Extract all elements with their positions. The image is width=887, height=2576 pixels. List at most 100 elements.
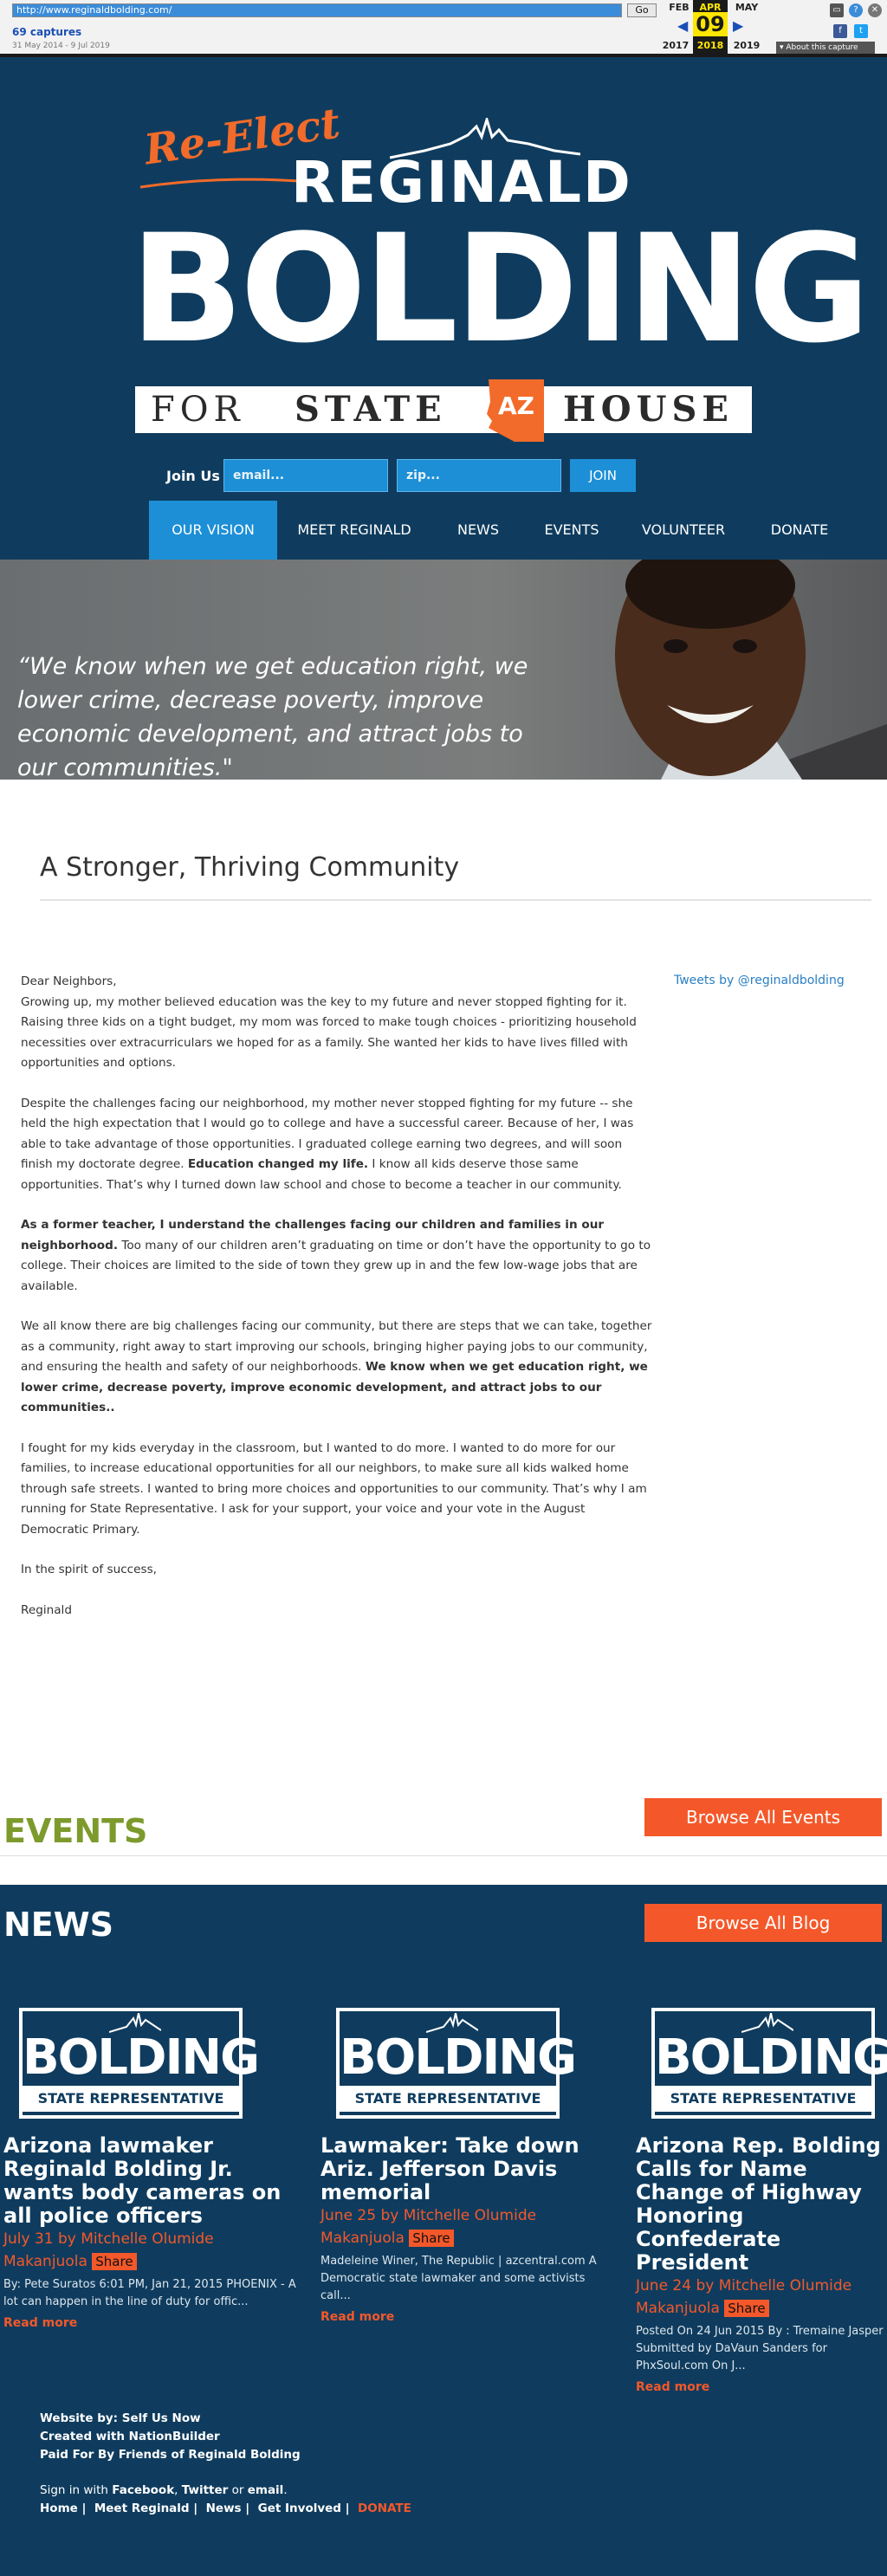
wayback-url-input[interactable]: http://www.reginaldbolding.com/: [12, 3, 622, 17]
browse-blog-button[interactable]: Browse All Blog: [644, 1904, 882, 1942]
footer-website-by[interactable]: Website by: Self Us Now: [40, 2410, 819, 2428]
wayback-cur-day: 09: [693, 12, 728, 36]
nav-events[interactable]: EVENTS: [534, 501, 610, 560]
join-form: Join Us email... zip... JOIN: [0, 457, 887, 495]
letter-paragraph-5: I fought for my kids everyday in the cla…: [21, 1440, 647, 1537]
wayback-current-capture: APR 09 2018: [693, 0, 728, 54]
nav-donate[interactable]: DONATE: [754, 501, 845, 560]
thumb-subtitle: STATE REPRESENTATIVE: [23, 2086, 239, 2112]
thumb-name: BOLDING: [655, 2029, 887, 2086]
news-card: BOLDING STATE REPRESENTATIVE Arizona Rep…: [636, 2008, 887, 2394]
email-input[interactable]: email...: [223, 459, 388, 492]
tweets-link[interactable]: Tweets by @reginaldbolding: [674, 974, 845, 987]
wayback-go-button[interactable]: Go: [627, 3, 657, 17]
news-thumbnail[interactable]: BOLDING STATE REPRESENTATIVE: [336, 2008, 577, 2119]
wayback-toolbar: http://www.reginaldbolding.com/ Go 69 ca…: [0, 0, 887, 57]
wayback-about-link[interactable]: ▾ About this capture: [776, 42, 875, 54]
news-excerpt: By: Pete Suratos 6:01 PM, Jan 21, 2015 P…: [3, 2278, 296, 2308]
news-meta: July 31 by Mitchelle Olumide: [3, 2230, 214, 2248]
news-thumbnail[interactable]: BOLDING STATE REPRESENTATIVE: [19, 2008, 260, 2119]
news-excerpt: Madeleine Winer, The Republic | azcentra…: [320, 2255, 597, 2302]
wayback-next-arrow-icon[interactable]: ▶: [733, 17, 743, 34]
wayback-cur-year: 2018: [696, 40, 724, 51]
hero-quote: “We know when we get education right, we…: [17, 653, 528, 780]
news-card: BOLDING STATE REPRESENTATIVE Arizona law…: [3, 2008, 298, 2330]
letter-body: Dear Neighbors, Growing up, my mother be…: [21, 972, 653, 1641]
share-button[interactable]: Share: [92, 2253, 137, 2270]
letter-signature: Reginald: [21, 1602, 72, 1617]
news-author: Makanjuola Share: [320, 2227, 615, 2249]
author-name: Makanjuola: [3, 2253, 87, 2270]
author-name: Makanjuola: [636, 2300, 720, 2317]
campaign-logo[interactable]: Re-Elect REGINALD BOLDING FOR STATE AZ H…: [130, 99, 871, 447]
sign-in-text: Sign in with: [40, 2483, 113, 2497]
twitter-sign-in-link[interactable]: Twitter: [182, 2483, 229, 2497]
news-card: BOLDING STATE REPRESENTATIVE Lawmaker: T…: [320, 2008, 615, 2324]
letter-greeting: Dear Neighbors,: [21, 974, 117, 988]
thumb-subtitle: STATE REPRESENTATIVE: [655, 2086, 871, 2112]
site-header: Re-Elect REGINALD BOLDING FOR STATE AZ H…: [0, 57, 887, 560]
logo-last-name: BOLDING: [130, 202, 871, 376]
logo-az: AZ: [498, 392, 534, 420]
wayback-captures-link[interactable]: 69 captures: [12, 26, 81, 38]
wayback-help-icon[interactable]: ?: [849, 3, 863, 17]
email-sign-in-link[interactable]: email: [248, 2483, 284, 2497]
wayback-next-year[interactable]: 2019: [729, 40, 764, 51]
wayback-date-range: 31 May 2014 - 9 Jul 2019: [12, 42, 110, 50]
footer-link-news[interactable]: News: [206, 2502, 242, 2515]
letter-paragraph-3: As a former teacher, I understand the ch…: [21, 1215, 653, 1297]
zip-input[interactable]: zip...: [397, 459, 561, 492]
wayback-close-icon[interactable]: ✕: [868, 3, 882, 17]
news-meta: June 25 by Mitchelle Olumide: [320, 2207, 537, 2224]
news-section: NEWS Browse All Blog BOLDING STATE REPRE…: [0, 1885, 887, 2576]
thumb-name: BOLDING: [23, 2029, 260, 2086]
wayback-prev-arrow-icon[interactable]: ◀: [677, 17, 688, 34]
footer-link-home[interactable]: Home: [40, 2502, 78, 2515]
thumb-subtitle: STATE REPRESENTATIVE: [340, 2086, 556, 2112]
read-more-link[interactable]: Read more: [320, 2310, 615, 2324]
author-name: Makanjuola: [320, 2230, 405, 2247]
facebook-sign-in-link[interactable]: Facebook: [112, 2483, 174, 2497]
news-title-link[interactable]: Arizona lawmaker Reginald Bolding Jr. wa…: [3, 2134, 298, 2228]
logo-state: STATE: [295, 389, 447, 430]
news-author: Makanjuola Share: [3, 2250, 298, 2273]
browse-events-button[interactable]: Browse All Events: [644, 1798, 882, 1836]
wayback-next-month[interactable]: MAY: [729, 2, 764, 13]
join-label: Join Us: [166, 468, 220, 484]
wayback-window-icon[interactable]: ▭: [830, 3, 844, 17]
nav-our-vision[interactable]: OUR VISION: [149, 501, 277, 560]
page-title: A Stronger, Thriving Community: [40, 852, 460, 883]
news-thumbnail[interactable]: BOLDING STATE REPRESENTATIVE: [651, 2008, 887, 2119]
read-more-link[interactable]: Read more: [3, 2316, 298, 2330]
logo-house: HOUSE: [563, 389, 734, 430]
arizona-map-icon: AZ: [487, 379, 544, 442]
footer-sign-in: Sign in with Facebook, Twitter or email.: [40, 2482, 819, 2500]
footer-link-meet-reginald[interactable]: Meet Reginald: [94, 2502, 190, 2515]
read-more-link[interactable]: Read more: [636, 2380, 884, 2394]
news-author: Makanjuola Share: [636, 2297, 884, 2320]
join-button[interactable]: JOIN: [570, 459, 636, 492]
news-title-link[interactable]: Lawmaker: Take down Ariz. Jefferson Davi…: [320, 2134, 615, 2204]
nav-volunteer[interactable]: VOLUNTEER: [629, 501, 738, 560]
letter-closing: In the spirit of success,: [21, 1563, 157, 1576]
news-title-link[interactable]: Arizona Rep. Bolding Calls for Name Chan…: [636, 2134, 884, 2275]
wayback-prev-year[interactable]: 2017: [658, 40, 693, 51]
nav-meet-reginald[interactable]: MEET REGINALD: [286, 501, 423, 560]
thumb-name: BOLDING: [340, 2029, 577, 2086]
wayback-facebook-icon[interactable]: f: [833, 24, 847, 38]
logo-for: FOR: [151, 390, 245, 430]
news-meta: June 24 by Mitchelle Olumide: [636, 2277, 852, 2294]
footer-link-get-involved[interactable]: Get Involved: [258, 2502, 341, 2515]
news-heading: NEWS: [3, 1906, 114, 1944]
share-button[interactable]: Share: [409, 2230, 454, 2247]
footer-link-donate[interactable]: DONATE: [358, 2502, 411, 2515]
wayback-prev-month[interactable]: FEB: [662, 2, 696, 13]
events-divider: [0, 1855, 887, 1856]
footer-created-with[interactable]: Created with NationBuilder: [40, 2428, 819, 2446]
sign-in-or: or: [228, 2483, 248, 2497]
wayback-twitter-icon[interactable]: t: [854, 24, 868, 38]
title-divider: [40, 899, 871, 901]
footer-links: Home | Meet Reginald | News | Get Involv…: [40, 2502, 411, 2515]
share-button[interactable]: Share: [724, 2300, 769, 2317]
nav-news[interactable]: NEWS: [442, 501, 515, 560]
